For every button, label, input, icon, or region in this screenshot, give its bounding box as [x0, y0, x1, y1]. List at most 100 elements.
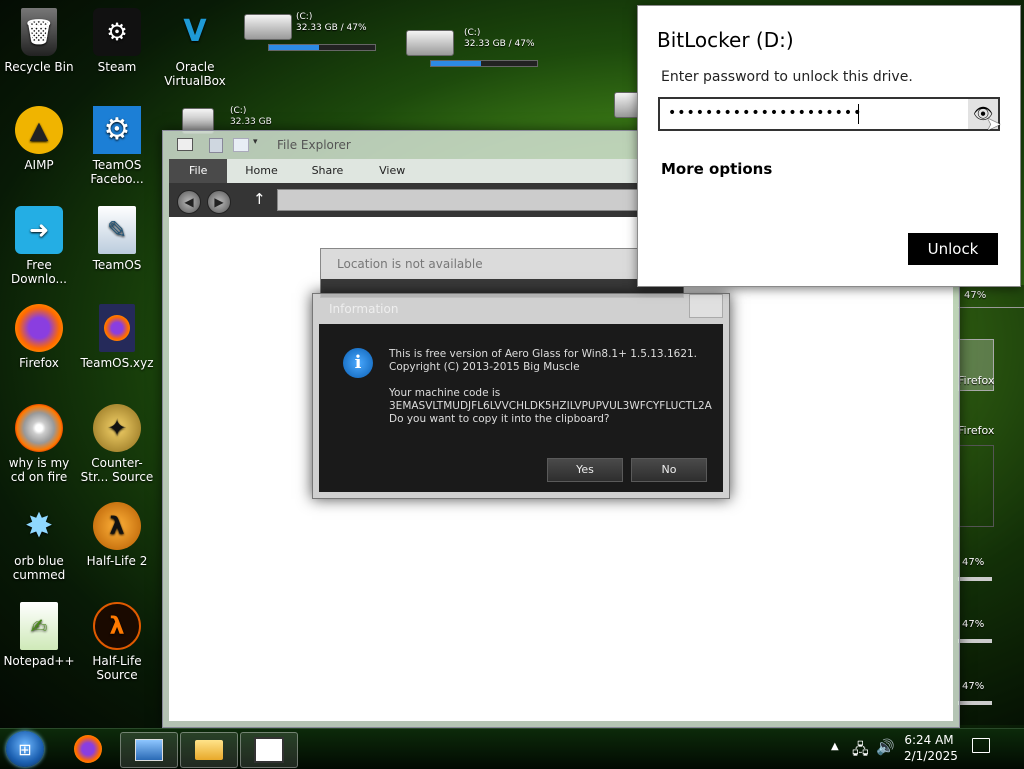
show-hidden-icons-button[interactable]: ▲: [831, 741, 839, 752]
half-life-2-icon: λ: [93, 502, 141, 550]
hard-drive-icon: [406, 30, 454, 56]
taskbar: ⊞ ▲ 🖧 🔊 6:24 AM 2/1/2025: [0, 728, 1024, 769]
quick-access-dropdown-icon[interactable]: ▾: [253, 137, 258, 147]
close-button[interactable]: [689, 294, 723, 318]
desktop-icon-label: why is my cd on fire: [8, 456, 70, 484]
firefox-file-icon: [99, 304, 135, 352]
tab-home[interactable]: Home: [231, 159, 291, 183]
message-line: Do you want to copy it into the clipboar…: [389, 413, 610, 425]
message-line: Your machine code is: [389, 387, 501, 399]
folder-icon: [195, 740, 223, 760]
desktop-icon-steam[interactable]: ⚙ Steam: [78, 8, 156, 74]
desktop-icon-cd-fire[interactable]: why is my cd on fire: [0, 404, 78, 484]
taskbar-firefox-button[interactable]: [60, 732, 116, 766]
tab-file[interactable]: File: [169, 159, 228, 183]
drive-name: (C:): [464, 28, 481, 38]
desktop-icon-label: TeamOS Facebo...: [90, 158, 144, 186]
desktop-icon-teamos-xyz[interactable]: TeamOS.xyz: [78, 304, 156, 370]
more-options-link[interactable]: More options: [661, 160, 772, 178]
volume-icon[interactable]: 🔊: [876, 738, 895, 756]
virtualbox-icon: V: [183, 14, 207, 49]
notepad-plus-icon: ✍: [20, 602, 58, 650]
desktop-icon-label: Notepad++: [3, 654, 75, 668]
back-button[interactable]: ◀: [177, 190, 201, 214]
desktop-icon-half-life[interactable]: λ Half-Life Source: [78, 602, 156, 682]
window-title: File Explorer: [277, 138, 351, 152]
firefox-icon: [74, 735, 102, 763]
password-field[interactable]: ••••••••••••••••••••• 👁: [658, 97, 1000, 131]
desktop-icon-recycle-bin[interactable]: 🗑 Recycle Bin: [0, 8, 78, 74]
bitlocker-prompt: Enter password to unlock this drive.: [661, 69, 913, 85]
drive-widget[interactable]: (C:) 32.33 GB / 47%: [244, 12, 384, 52]
clock-time: 6:24 AM: [904, 733, 954, 747]
drive-widget[interactable]: (C:) 32.33 GB / 47%: [406, 28, 546, 68]
desktop-icon-teamos[interactable]: ✎ TeamOS: [78, 206, 156, 272]
message-line: Copyright (C) 2013-2015 Big Muscle: [389, 361, 580, 373]
drive-usage: 32.33 GB / 47%: [296, 23, 367, 33]
desktop-icon-counter-strike[interactable]: ✦ Counter-Str... Source: [78, 404, 156, 484]
teamos-icon: ✎: [98, 206, 136, 254]
desktop-icon-label: Recycle Bin: [4, 60, 74, 74]
desktop-icon-label: AIMP: [24, 158, 54, 172]
desktop-icon-teamos-facebook[interactable]: ⚙ TeamOS Facebo...: [78, 106, 156, 186]
bitlocker-panel[interactable]: BitLocker (D:) Enter password to unlock …: [637, 5, 1021, 287]
drive-usage-fill: [269, 45, 319, 50]
desktop-icon-aimp[interactable]: ▲ AIMP: [0, 106, 78, 172]
desktop-icon-label: Firefox: [19, 356, 59, 370]
no-button[interactable]: No: [631, 458, 707, 482]
aimp-icon: ▲: [15, 106, 63, 154]
unlock-button[interactable]: Unlock: [908, 233, 998, 265]
drive-usage-pct: 47%: [962, 557, 985, 568]
desktop-icon-label: Free Downlo...: [11, 258, 67, 286]
notifications-icon[interactable]: [972, 738, 990, 753]
drive-usage-fill: [431, 61, 481, 66]
desktop-icon-half-life-2[interactable]: λ Half-Life 2: [78, 502, 156, 568]
download-icon: ➜: [15, 206, 63, 254]
dialog-title: Information: [329, 302, 399, 316]
location-unavailable-dialog[interactable]: Location is not available: [320, 248, 684, 298]
half-life-icon: λ: [93, 602, 141, 650]
desktop-icon-free-download[interactable]: ➜ Free Downlo...: [0, 206, 78, 286]
start-button[interactable]: ⊞: [6, 731, 44, 767]
info-icon: i: [343, 348, 373, 378]
drive-usage-bar: [430, 60, 538, 67]
taskbar-app-button[interactable]: [240, 732, 298, 768]
tab-share[interactable]: Share: [296, 159, 360, 183]
windows-logo-icon: ⊞: [18, 739, 32, 759]
firefox-icon: [15, 304, 63, 352]
information-dialog[interactable]: Information i This is free version of Ae…: [312, 293, 730, 499]
mouse-cursor-icon: ➤: [986, 114, 1002, 135]
dialog-title: Location is not available: [337, 257, 483, 271]
desktop-icon-label: Half-Life 2: [86, 554, 148, 568]
bitlocker-title: BitLocker (D:): [657, 28, 794, 52]
new-folder-icon[interactable]: [233, 138, 249, 152]
up-arrow-icon[interactable]: ↑: [253, 190, 266, 208]
properties-icon[interactable]: [209, 138, 223, 153]
steam-icon: ⚙: [93, 8, 141, 56]
desktop-icon-label: orb blue cummed: [12, 554, 66, 582]
desktop-icon-label: Oracle VirtualBox: [164, 60, 226, 88]
taskbar-remote-desktop-button[interactable]: [120, 732, 178, 768]
document-window-icon: [254, 737, 284, 763]
counter-strike-icon: ✦: [93, 404, 141, 452]
desktop-icon-orb[interactable]: ✸ orb blue cummed: [0, 502, 78, 582]
drive-usage: 32.33 GB / 47%: [464, 39, 535, 49]
drive-usage-pct: 47%: [962, 681, 985, 692]
dialog-body: i This is free version of Aero Glass for…: [319, 324, 723, 492]
desktop-icon-notepad-plus[interactable]: ✍ Notepad++: [0, 602, 78, 668]
clock-date: 2/1/2025: [904, 749, 958, 763]
desktop-icon-firefox[interactable]: Firefox: [0, 304, 78, 370]
yes-button[interactable]: Yes: [547, 458, 623, 482]
taskbar-file-explorer-button[interactable]: [180, 732, 238, 768]
cd-fire-icon: [15, 404, 63, 452]
network-icon[interactable]: 🖧: [852, 739, 869, 764]
gear-icon: ⚙: [93, 106, 141, 154]
desktop-icon-label: Counter-Str... Source: [80, 456, 154, 484]
drive-name: (C:): [296, 12, 313, 22]
tab-view[interactable]: View: [363, 159, 421, 183]
desktop-icon-virtualbox[interactable]: V Oracle VirtualBox: [156, 8, 234, 89]
forward-button[interactable]: ▶: [207, 190, 231, 214]
monitor-icon: [135, 739, 163, 761]
clock[interactable]: 6:24 AM 2/1/2025: [904, 732, 958, 764]
drive-usage-bar: [268, 44, 376, 51]
